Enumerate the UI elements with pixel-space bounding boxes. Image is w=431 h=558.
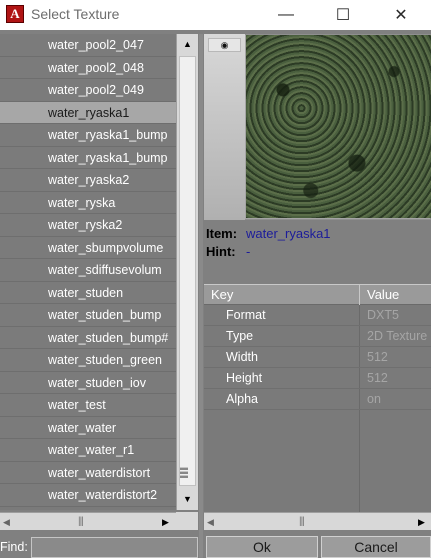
list-item[interactable]: water_sbumpvolume [0,236,176,259]
app-icon: A [6,5,24,23]
window-title: Select Texture [31,6,120,22]
list-item[interactable]: water_waterdistort2 [0,484,176,507]
list-item[interactable]: water_pool2_048 [0,56,176,79]
maximize-button[interactable]: ☐ [320,0,366,30]
property-row[interactable]: Width 512 [204,347,431,368]
properties-table: Key Value Format DXT5 Type 2D Texture Wi… [204,284,431,512]
list-item[interactable]: water_ryska [0,191,176,214]
property-value: on [367,392,381,406]
eye-icon[interactable]: ◉ [208,38,241,52]
list-item[interactable]: water_test [0,394,176,417]
property-row[interactable]: Type 2D Texture [204,326,431,347]
list-item[interactable]: water_ryska2 [0,214,176,237]
cancel-button[interactable]: Cancel [321,536,431,558]
property-key: Alpha [226,392,258,406]
list-item[interactable]: water_studen_iov [0,371,176,394]
property-value: 512 [367,350,388,364]
property-key: Type [226,329,254,343]
preview-toolbar [204,34,245,220]
properties-header: Key Value [204,284,431,305]
property-key: Format [226,308,266,322]
scroll-left-arrow-icon[interactable]: ◀ [207,513,214,531]
grip-icon: ▬ ▬ ▬ [180,463,188,480]
scroll-up-arrow-icon[interactable]: ▲ [178,36,197,53]
list-vertical-scrollbar[interactable]: ▲ ▬ ▬ ▬ ▼ [176,34,198,510]
list-item[interactable]: water_pool2_047 [0,34,176,57]
column-header-value[interactable]: Value [361,285,431,305]
scroll-thumb[interactable] [179,56,196,486]
list-item[interactable]: water_water_r1 [0,439,176,462]
property-key: Width [226,350,258,364]
ok-button[interactable]: Ok [206,536,318,558]
title-bar: A Select Texture — ☐ ✕ [0,0,431,30]
list-item[interactable]: water_ryaska1_bump [0,124,176,147]
list-item[interactable]: water_sdiffusevolum [0,259,176,282]
property-value: 2D Texture [367,329,428,343]
hint-value: - [246,244,251,259]
list-item[interactable]: water_ryaska1 [0,101,176,124]
grip-icon: ||| [299,516,305,527]
list-item[interactable]: water_waterdistort [0,461,176,484]
list-item[interactable]: water_pool2_049 [0,79,176,102]
list-horizontal-scrollbar[interactable]: ◀ ||| ▶ [0,512,176,530]
property-row[interactable]: Height 512 [204,368,431,389]
item-label: Item: [206,226,238,241]
list-item[interactable]: water_studen_bump [0,304,176,327]
scrollbar-corner [176,512,198,530]
property-value: 512 [367,371,388,385]
scroll-right-arrow-icon[interactable]: ▶ [418,513,425,531]
close-button[interactable]: ✕ [378,0,424,30]
list-item[interactable]: water_studen_green [0,349,176,372]
find-label: Find: [0,540,28,554]
find-input[interactable] [31,537,198,558]
list-item[interactable]: water_studen [0,281,176,304]
scroll-left-arrow-icon[interactable]: ◀ [3,513,10,531]
property-key: Height [226,371,263,385]
hint-label: Hint: [206,244,236,259]
texture-list[interactable]: water_pool2_047 water_pool2_048 water_pool… [0,34,176,510]
list-item[interactable]: water_studen_bump# [0,326,176,349]
list-item[interactable]: water_ryaska1_bump [0,146,176,169]
column-header-key[interactable]: Key [204,285,360,305]
property-row[interactable]: Format DXT5 [204,305,431,326]
list-item[interactable]: water_water [0,416,176,439]
property-value: DXT5 [367,308,399,322]
minimize-button[interactable]: — [263,0,309,30]
properties-horizontal-scrollbar[interactable]: ◀ ||| ▶ [204,512,431,530]
property-row[interactable]: Alpha on [204,389,431,410]
scroll-down-arrow-icon[interactable]: ▼ [178,491,197,508]
item-value: water_ryaska1 [246,226,331,241]
panel-splitter[interactable] [199,34,203,558]
texture-preview [246,35,431,218]
list-item[interactable]: water_ryaska2 [0,169,176,192]
grip-icon: ||| [78,516,84,527]
scroll-right-arrow-icon[interactable]: ▶ [162,513,169,531]
